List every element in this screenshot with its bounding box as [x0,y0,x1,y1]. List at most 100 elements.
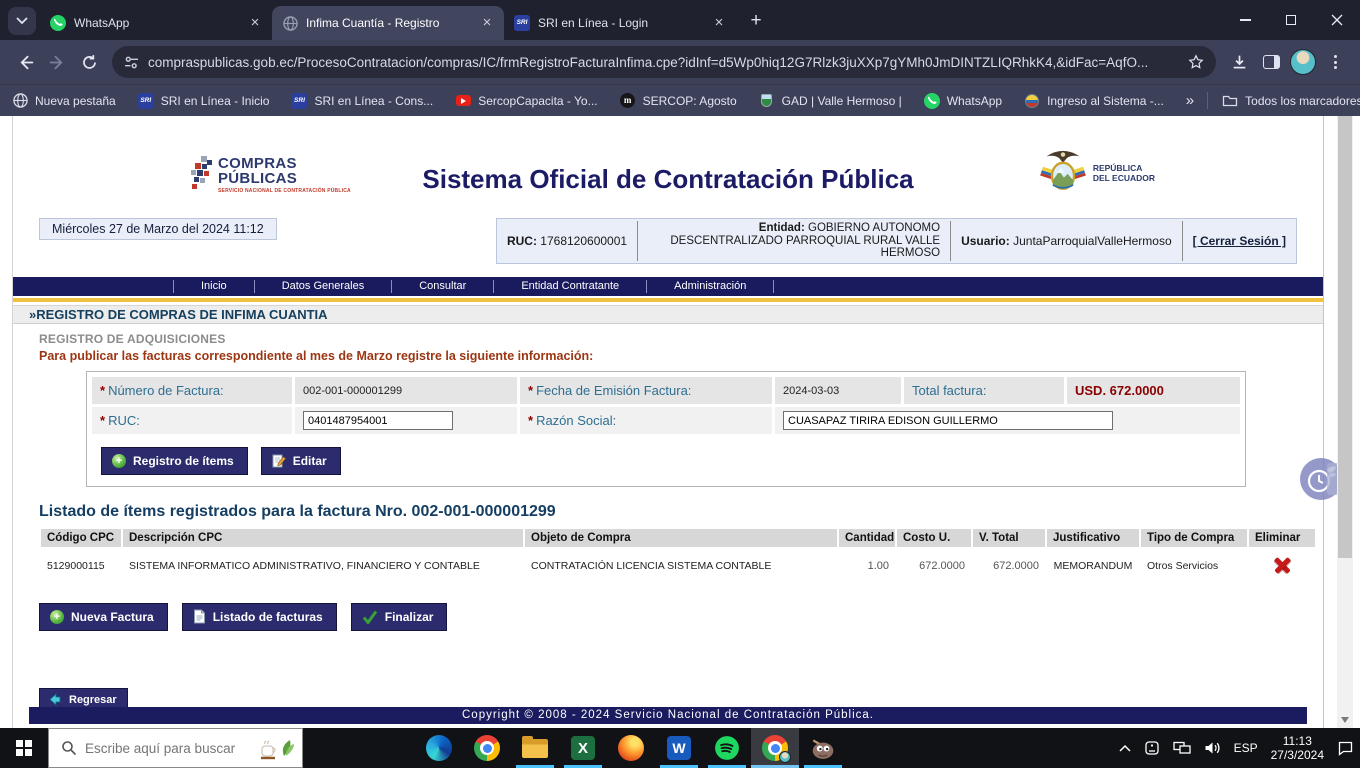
bookmark-nueva-pestana[interactable]: Nueva pestaña [12,93,116,109]
browser-menu-button[interactable] [1320,47,1350,77]
volume-icon[interactable] [1204,741,1221,755]
tray-app-icon[interactable] [1144,740,1160,756]
tab-close-icon[interactable]: × [478,14,496,32]
plus-circle-icon: + [112,454,126,468]
taskbar-excel[interactable]: X [559,728,607,768]
tray-expand-button[interactable] [1119,744,1131,752]
profile-avatar[interactable] [1288,47,1318,77]
forward-button[interactable] [42,47,72,77]
bookmark-ingreso-sistema[interactable]: Ingreso al Sistema -... [1024,93,1164,109]
windows-logo-icon [16,740,32,756]
search-input[interactable] [85,741,250,756]
finish-button[interactable]: Finalizar [351,603,448,631]
bookmark-sri-inicio[interactable]: SRI SRI en Línea - Inicio [138,93,270,109]
nav-inicio[interactable]: Inicio [173,280,254,293]
tab-infima-cuantia[interactable]: Infima Cuantía - Registro × [272,6,504,40]
minimize-button[interactable] [1222,0,1268,40]
tab-label: WhatsApp [74,16,238,30]
bookmark-whatsapp[interactable]: WhatsApp [924,93,1002,109]
folder-icon [1222,93,1238,109]
nav-datos-generales[interactable]: Datos Generales [254,280,392,293]
bookmark-sercop-agosto[interactable]: m SERCOP: Agosto [620,93,737,109]
new-invoice-button[interactable]: + Nueva Factura [39,603,168,631]
cell-tipo-compra: Otros Servicios [1141,549,1247,580]
reload-icon [81,54,98,71]
profile-badge [779,751,791,763]
new-tab-button[interactable]: + [742,7,770,35]
window-controls [1222,0,1360,40]
scrollbar-thumb[interactable] [1338,116,1352,558]
windows-taskbar: X W ESP 11:13 27/3/2024 [0,728,1360,768]
bookmarks-bar: Nueva pestaña SRI SRI en Línea - Inicio … [0,84,1360,116]
taskbar-firefox[interactable] [607,728,655,768]
razon-social-label: *Razón Social: [520,407,772,434]
chrome-icon [474,735,500,761]
issue-date-label: *Fecha de Emisión Factura: [520,377,772,404]
divider [1207,92,1208,109]
tab-sri-login[interactable]: SRI SRI en Línea - Login × [504,6,736,40]
current-datetime: Miércoles 27 de Marzo del 2024 11:12 [39,218,277,240]
tab-whatsapp[interactable]: WhatsApp × [40,6,272,40]
edit-button[interactable]: Editar [261,447,341,475]
col-objeto-compra: Objeto de Compra [525,529,837,547]
bookmark-star-icon[interactable] [1188,54,1204,70]
address-bar[interactable]: compraspublicas.gob.ec/ProcesoContrataci… [112,46,1216,78]
nav-administracion[interactable]: Administración [646,280,774,293]
logout-link[interactable]: [ Cerrar Sesión ] [1193,234,1286,248]
items-table: Código CPC Descripción CPC Objeto de Com… [39,527,1317,582]
download-icon [1231,54,1248,71]
col-codigo-cpc: Código CPC [41,529,121,547]
close-window-button[interactable] [1314,0,1360,40]
reload-button[interactable] [74,47,104,77]
search-icon [61,740,77,756]
nav-consultar[interactable]: Consultar [391,280,493,293]
taskbar-search[interactable] [48,728,303,768]
tab-search-button[interactable] [8,7,36,35]
ruc-input[interactable] [303,411,453,430]
back-arrow-icon [48,693,62,706]
razon-social-input[interactable] [783,411,1113,430]
back-button[interactable] [10,47,40,77]
tray-time: 11:13 [1271,734,1324,748]
sri-icon: SRI [514,15,530,31]
invoice-list-button[interactable]: Listado de facturas [182,603,337,631]
network-icon[interactable] [1173,741,1191,755]
bookmarks-overflow-button[interactable]: » [1186,92,1193,109]
cell-codigo: 5129000115 [41,549,121,580]
shield-icon [759,93,775,109]
maximize-button[interactable] [1268,0,1314,40]
browser-toolbar: compraspublicas.gob.ec/ProcesoContrataci… [0,40,1360,84]
taskbar-chrome-pinned[interactable] [463,728,511,768]
language-indicator[interactable]: ESP [1234,741,1258,755]
bookmark-label: SERCOP: Agosto [643,94,737,108]
nav-entidad-contratante[interactable]: Entidad Contratante [493,280,646,293]
scrollbar-down-arrow[interactable] [1341,717,1349,723]
clock[interactable]: 11:13 27/3/2024 [1271,734,1324,762]
ruc-field-label: *RUC: [92,407,292,434]
action-center-button[interactable] [1337,740,1354,756]
bookmark-gad-valle-hermoso[interactable]: GAD | Valle Hermoso | [759,93,902,109]
m-circle-icon: m [620,93,636,109]
taskbar-chrome-active[interactable] [751,728,799,768]
taskbar-gimp[interactable] [799,728,847,768]
taskbar-spotify[interactable] [703,728,751,768]
tab-close-icon[interactable]: × [246,14,264,32]
bookmark-sri-consultas[interactable]: SRI SRI en Línea - Cons... [291,93,433,109]
taskbar-spacer [303,728,415,768]
downloads-button[interactable] [1224,47,1254,77]
taskbar-word[interactable]: W [655,728,703,768]
taskbar-edge[interactable] [415,728,463,768]
crest-line1: REPÚBLICA [1093,163,1143,173]
tab-close-icon[interactable]: × [710,14,728,32]
bookmark-sercopcapacita[interactable]: SercopCapacita - Yo... [455,93,597,109]
side-panel-button[interactable] [1256,47,1286,77]
firefox-icon [618,735,644,761]
cell-objeto: CONTRATACIÓN LICENCIA SISTEMA CONTABLE [525,549,837,580]
all-bookmarks-button[interactable]: Todos los marcadores [1222,93,1360,109]
register-items-button[interactable]: + Registro de ítems [101,447,248,475]
page-viewport: COMPRASPÚBLICAS SERVICIO NACIONAL DE CON… [0,116,1360,728]
start-button[interactable] [0,728,48,768]
taskbar-file-explorer[interactable] [511,728,559,768]
invoice-form: *Número de Factura: 002-001-000001299 *F… [86,371,1246,487]
delete-item-icon[interactable] [1274,556,1291,573]
